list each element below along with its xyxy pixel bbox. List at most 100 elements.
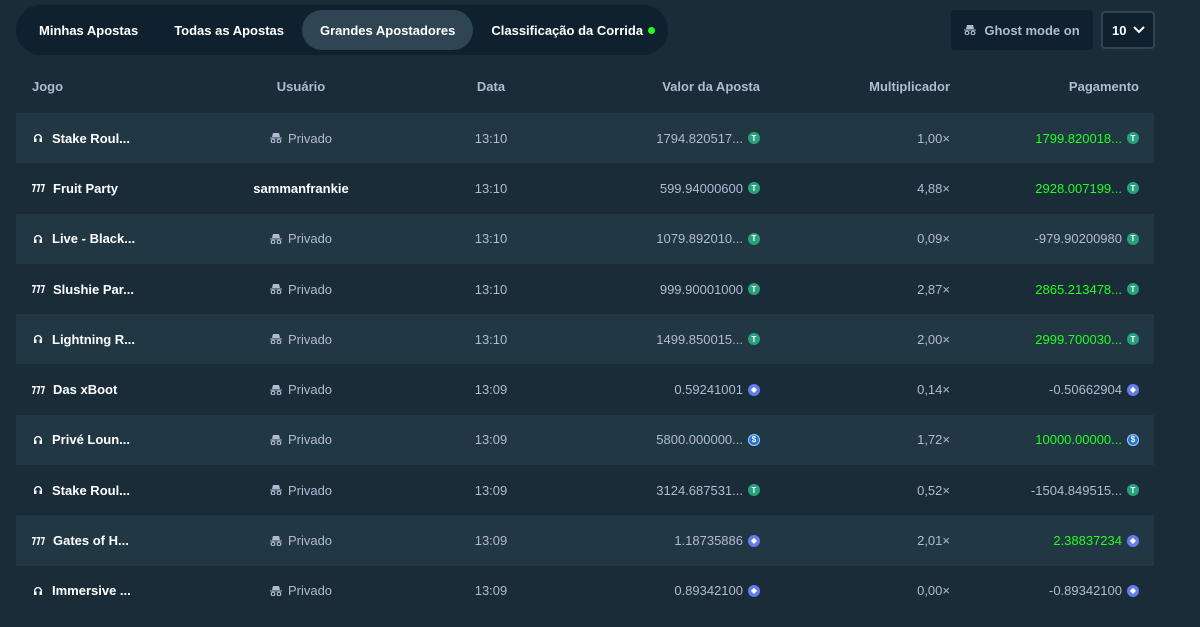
table-row[interactable]: Live - Black... Privado 13:10 1079.892010..… — [16, 213, 1154, 264]
incognito-icon — [269, 284, 282, 295]
tab-high-rollers[interactable]: Grandes Apostadores — [302, 10, 474, 50]
game-name: Gates of H... — [53, 533, 129, 549]
bet-amount-cell: 5800.000000... $ — [656, 415, 760, 465]
tab-all-bets[interactable]: Todas as Apostas — [156, 10, 302, 50]
incognito-icon — [269, 585, 282, 596]
bet-amount-cell: 0.89342100 ◆ — [674, 566, 760, 616]
table-row[interactable]: Slushie Par... Privado 13:10 999.90001000 T 2… — [16, 264, 1154, 314]
slots-icon — [32, 284, 45, 294]
usdt-coin-icon: T — [1127, 132, 1139, 145]
rows-count-value: 10 — [1112, 22, 1127, 38]
payout-cell: 2.38837234 ◆ — [1053, 515, 1139, 565]
table-row[interactable]: Das xBoot Privado 13:09 0.59241001 ◆ 0,14× -0.… — [16, 364, 1154, 414]
game-cell[interactable]: Lightning R... — [32, 314, 135, 364]
table-row[interactable]: Immersive ... Privado 13:09 0.89342100 ◆ 0,00… — [16, 566, 1154, 616]
slots-icon — [32, 385, 45, 395]
date-cell: 13:09 — [474, 382, 508, 398]
tab-my-bets[interactable]: Minhas Apostas — [21, 10, 156, 50]
payout-cell: 1799.820018... T — [1035, 113, 1139, 163]
user-name: Privado — [287, 331, 333, 347]
game-cell[interactable]: Stake Roul... — [32, 113, 130, 163]
user-name: Privado — [287, 482, 333, 498]
game-cell[interactable]: Slushie Par... — [32, 264, 134, 314]
user-cell: Privado — [206, 214, 396, 264]
multiplier-cell: 0,00× — [917, 583, 950, 599]
date-cell: 13:09 — [474, 482, 508, 498]
user-cell: Privado — [206, 364, 396, 414]
live-casino-icon — [32, 585, 44, 597]
game-cell[interactable]: Privé Loun... — [32, 415, 130, 465]
live-casino-icon — [32, 233, 44, 245]
eth-coin-icon: ◆ — [1127, 383, 1139, 396]
header-bet-amount: Valor da Aposta — [662, 78, 760, 94]
bet-amount-cell: 3124.687531... T — [656, 465, 760, 515]
ghost-mode-button[interactable]: Ghost mode on — [951, 10, 1093, 50]
game-cell[interactable]: Live - Black... — [32, 214, 135, 264]
user-name: Privado — [287, 231, 333, 247]
game-name: Immersive ... — [52, 583, 131, 599]
game-name: Stake Roul... — [52, 482, 131, 498]
date-cell: 13:09 — [474, 583, 508, 599]
multiplier-cell: 1,00× — [917, 130, 950, 146]
incognito-icon — [269, 133, 282, 144]
payout-amount: 2999.700030... — [1035, 331, 1122, 347]
multiplier-cell: 1,72× — [917, 432, 950, 448]
payout-amount: -979.90200980 — [1034, 231, 1122, 247]
live-casino-icon — [32, 484, 44, 496]
payout-amount: -1504.849515... — [1030, 482, 1122, 498]
user-cell: Privado — [206, 465, 396, 515]
usdt-coin-icon: T — [748, 283, 760, 296]
bet-amount: 599.94000600 — [659, 180, 743, 196]
table-row[interactable]: Fruit Party sammanfrankie 13:10 599.9400060… — [16, 163, 1154, 213]
bet-amount: 1499.850015... — [656, 331, 743, 347]
live-casino-icon — [32, 434, 44, 446]
table-row[interactable]: Privé Loun... Privado 13:09 5800.000000... $… — [16, 414, 1154, 466]
bet-amount: 999.90001000 — [659, 281, 743, 297]
table-row[interactable]: Stake Roul... Privado 13:09 3124.687531... T… — [16, 465, 1154, 515]
multiplier-cell: 2,87× — [917, 281, 950, 297]
usdt-coin-icon: T — [748, 333, 760, 346]
user-name: Privado — [287, 382, 333, 398]
bet-amount-cell: 1079.892010... T — [656, 214, 760, 264]
game-name: Das xBoot — [53, 382, 118, 398]
usdt-coin-icon: T — [1127, 182, 1139, 195]
user-cell: Privado — [206, 566, 396, 616]
table-row[interactable]: Gates of H... Privado 13:09 1.18735886 ◆ 2,01… — [16, 515, 1154, 566]
game-cell[interactable]: Das xBoot — [32, 364, 117, 414]
multiplier-cell: 2,00× — [917, 331, 950, 347]
payout-amount: 2928.007199... — [1035, 180, 1122, 196]
game-cell[interactable]: Fruit Party — [32, 163, 118, 213]
header-user: Usuário — [276, 78, 326, 94]
rows-count-select[interactable]: 10 — [1101, 11, 1155, 49]
table-row[interactable]: Stake Roul... Privado 13:10 1794.820517... T… — [16, 113, 1154, 164]
payout-cell: 2999.700030... T — [1035, 314, 1139, 364]
payout-cell: -979.90200980 T — [1035, 214, 1139, 264]
header-game: Jogo — [32, 78, 64, 94]
payout-cell: 2928.007199... T — [1035, 163, 1139, 213]
table-header: Jogo Usuário Data Valor da Aposta Multip… — [16, 63, 1154, 109]
user-cell: Privado — [206, 264, 396, 314]
incognito-icon — [269, 535, 282, 546]
multiplier-cell: 0,52× — [917, 482, 950, 498]
tab-race-leaderboard[interactable]: Classificação da Corrida — [473, 10, 673, 50]
usdt-coin-icon: T — [1127, 232, 1139, 245]
game-cell[interactable]: Stake Roul... — [32, 465, 130, 515]
bet-amount-cell: 999.90001000 T — [660, 264, 760, 314]
usdt-coin-icon: T — [1127, 484, 1139, 497]
table-row[interactable]: Lightning R... Privado 13:10 1499.850015...… — [16, 314, 1154, 365]
game-cell[interactable]: Immersive ... — [32, 566, 131, 616]
user-cell: Privado — [206, 415, 396, 465]
date-cell: 13:10 — [474, 331, 508, 347]
date-cell: 13:10 — [474, 130, 508, 146]
game-cell[interactable]: Gates of H... — [32, 515, 129, 565]
game-name: Lightning R... — [52, 331, 136, 347]
eth-coin-icon: ◆ — [748, 383, 760, 396]
bet-amount-cell: 1.18735886 ◆ — [674, 515, 760, 565]
live-indicator — [648, 26, 656, 34]
tab-label: Todas as Apostas — [174, 22, 285, 38]
user-cell: Privado — [206, 515, 396, 565]
user-cell[interactable]: sammanfrankie — [206, 163, 396, 213]
eth-coin-icon: ◆ — [1127, 534, 1139, 547]
eth-coin-icon: ◆ — [1127, 584, 1139, 597]
slots-icon — [32, 536, 45, 546]
